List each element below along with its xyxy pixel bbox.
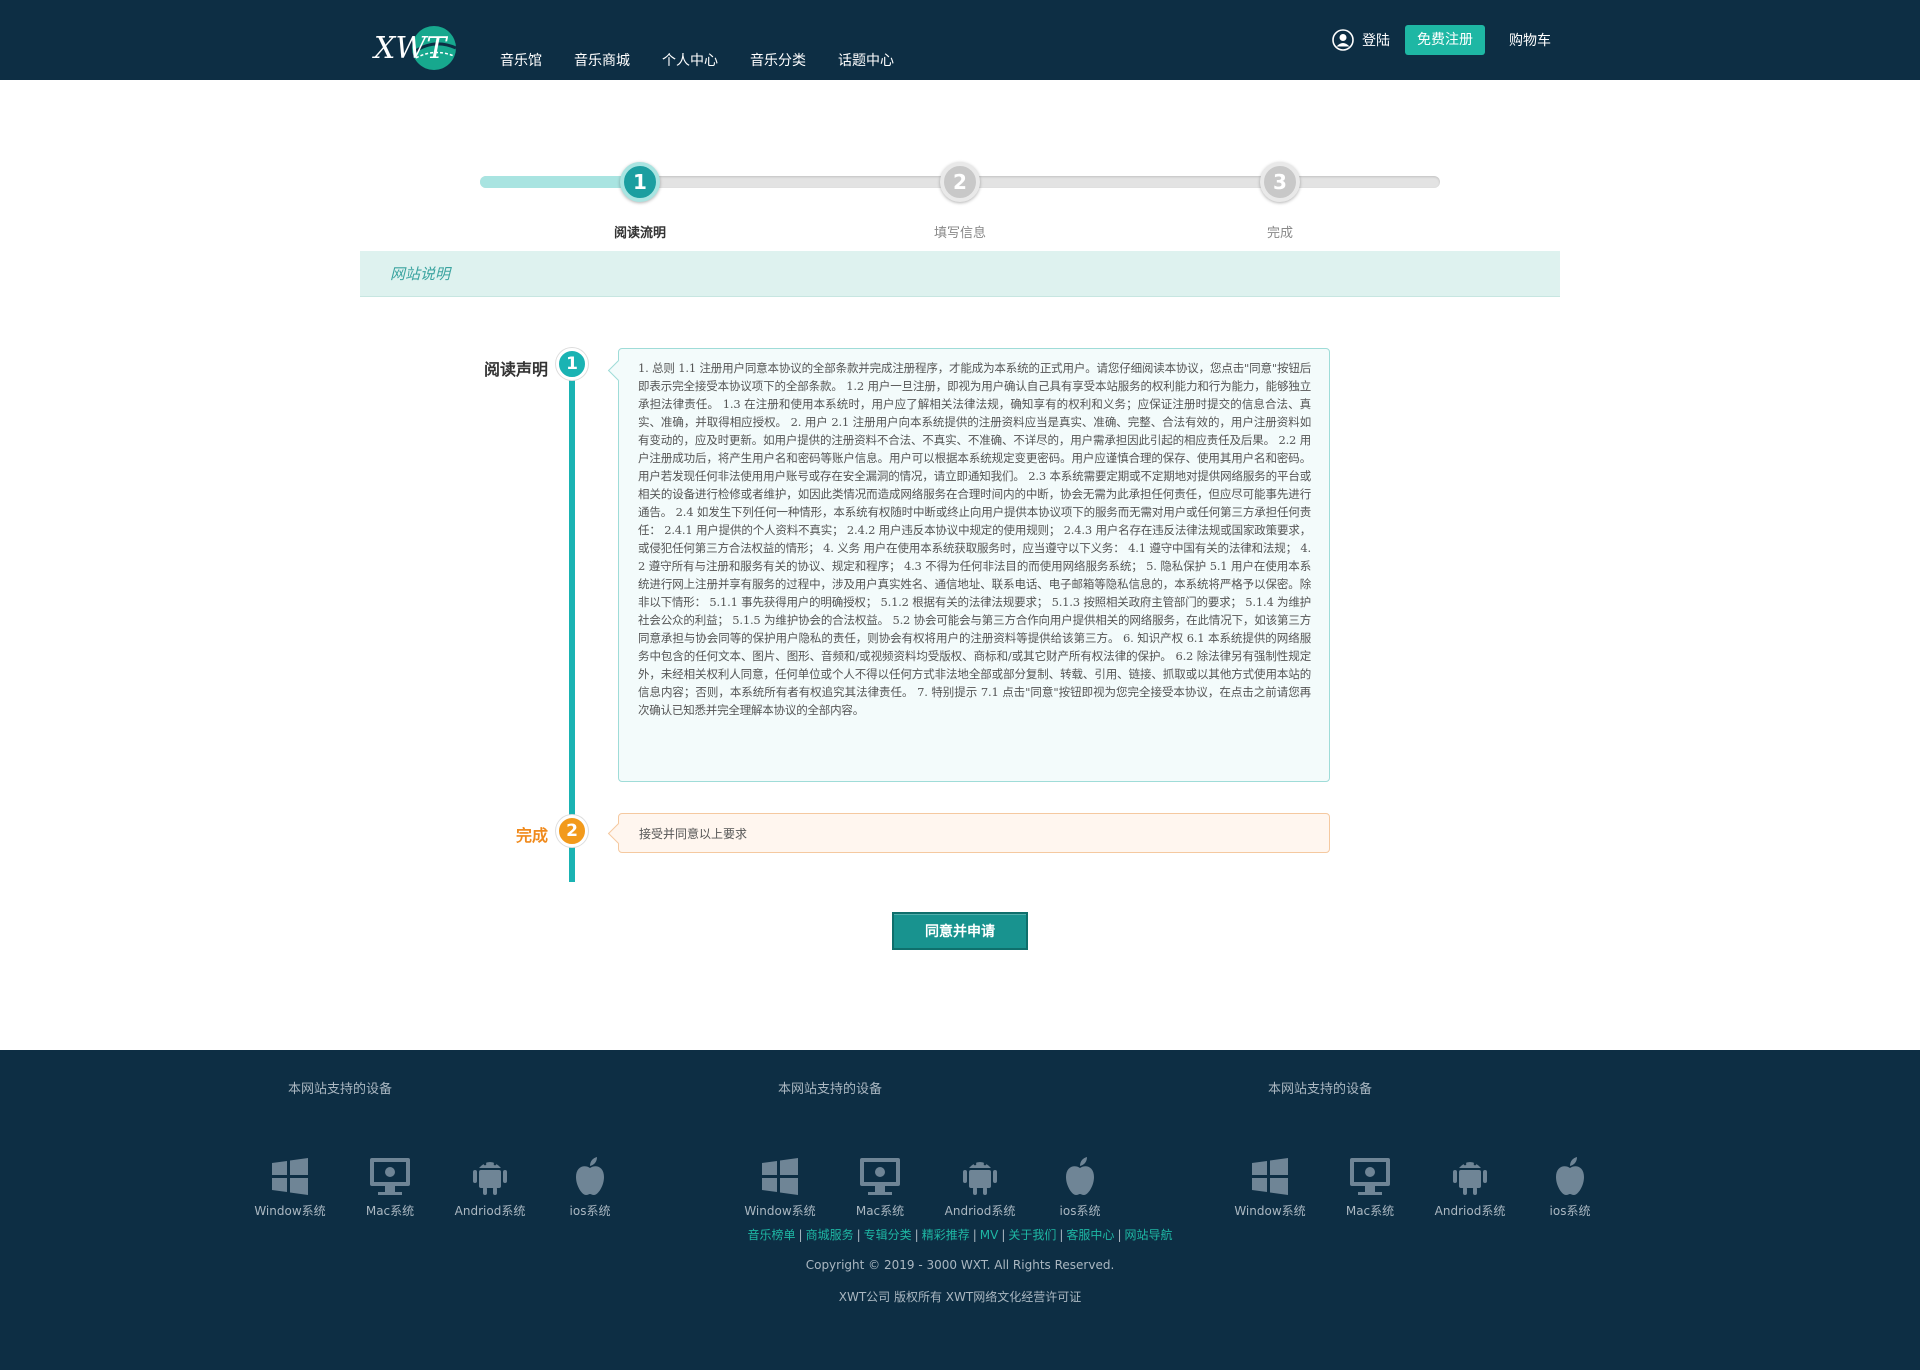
device-label: Andriod系统	[454, 1204, 526, 1218]
android-icon	[473, 1162, 507, 1195]
nav-music-category[interactable]: 音乐分类	[750, 50, 806, 70]
footer-link-mv[interactable]: MV	[980, 1228, 999, 1242]
step-3-label: 完成	[1266, 226, 1293, 241]
device-ios: ios系统	[1030, 1154, 1130, 1219]
apple-icon	[576, 1157, 604, 1195]
apple-icon	[1066, 1157, 1094, 1195]
accept-box: 接受并同意以上要求	[618, 813, 1330, 853]
step-1-circle: 1	[620, 162, 660, 202]
footer-link-store-service[interactable]: 商城服务	[806, 1228, 854, 1242]
svg-text:XWT: XWT	[372, 31, 448, 66]
agreement-box[interactable]: 1. 总则 1.1 注册用户同意本协议的全部条款并完成注册程序，才能成为本系统的…	[618, 348, 1330, 782]
license-text: XWT公司 版权所有 XWT网络文化经营许可证	[838, 1290, 1082, 1304]
device-mac: Mac系统	[340, 1154, 440, 1219]
mac-monitor-icon	[370, 1158, 410, 1195]
windows-icon	[762, 1158, 798, 1195]
footer-link-recommend[interactable]: 精彩推荐	[922, 1228, 970, 1242]
device-label: Andriod系统	[944, 1204, 1016, 1218]
login-link[interactable]: 登陆	[1362, 30, 1390, 50]
device-label: Andriod系统	[1434, 1204, 1506, 1218]
device-label: Window系统	[1234, 1204, 1306, 1218]
device-label: Window系统	[254, 1204, 326, 1218]
section-title: 网站说明	[390, 265, 451, 283]
top-header: XWT 音乐馆 音乐商城 个人中心 音乐分类 话题中心 登陆 免费注册 购物车	[0, 0, 1920, 80]
timeline-line	[569, 365, 575, 882]
complete-title: 完成	[515, 826, 548, 845]
device-windows: Window系统	[730, 1154, 830, 1219]
device-group-title: 本网站支持的设备	[287, 1082, 392, 1097]
nav-music-hall[interactable]: 音乐馆	[500, 50, 542, 70]
device-ios: ios系统	[540, 1154, 640, 1219]
mac-monitor-icon	[1350, 1158, 1390, 1195]
device-label: Mac系统	[365, 1204, 415, 1218]
footer: 本网站支持的设备 Window系统 Mac系统 Andriod系统 ios系统 …	[0, 1050, 1920, 1370]
cart-link[interactable]: 购物车	[1509, 30, 1551, 50]
accept-text: 接受并同意以上要求	[639, 827, 748, 841]
main-nav: 音乐馆 音乐商城 个人中心 音乐分类 话题中心	[500, 50, 926, 70]
copyright-text: Copyright © 2019 - 3000 WXT. All Rights …	[805, 1258, 1115, 1272]
footer-link-sitemap[interactable]: 网站导航	[1124, 1228, 1172, 1242]
device-label: Window系统	[744, 1204, 816, 1218]
nav-personal-center[interactable]: 个人中心	[662, 50, 718, 70]
device-ios: ios系统	[1520, 1154, 1620, 1219]
footer-link-about[interactable]: 关于我们	[1008, 1228, 1056, 1242]
step-2-label: 填写信息	[933, 226, 986, 241]
device-windows: Window系统	[1220, 1154, 1320, 1219]
device-android: Andriod系统	[1420, 1154, 1520, 1219]
device-label: ios系统	[569, 1204, 611, 1218]
step-progress: 1 2 3 阅读流明 填写信息 完成	[480, 160, 1440, 250]
device-android: Andriod系统	[930, 1154, 1030, 1219]
step-2-circle: 2	[940, 162, 980, 202]
read-statement-title: 阅读声明	[483, 360, 548, 379]
agreement-text: 1. 总则 1.1 注册用户同意本协议的全部条款并完成注册程序，才能成为本系统的…	[638, 361, 1311, 717]
android-icon	[963, 1162, 997, 1195]
device-group-title: 本网站支持的设备	[777, 1082, 882, 1097]
timeline-dot-1: 1	[556, 348, 588, 380]
mac-monitor-icon	[860, 1158, 900, 1195]
footer-link-album-category[interactable]: 专辑分类	[864, 1228, 912, 1242]
device-windows: Window系统	[240, 1154, 340, 1219]
section-band: 网站说明	[360, 251, 1560, 297]
footer-link-charts[interactable]: 音乐榜单	[748, 1228, 796, 1242]
timeline-dot-2: 2	[556, 815, 588, 847]
nav-music-store[interactable]: 音乐商城	[574, 50, 630, 70]
device-label: ios系统	[1549, 1204, 1591, 1218]
footer-links: 音乐榜单 | 商城服务 | 专辑分类 | 精彩推荐 | MV | 关于我们 | 客服中心 | 网站导航	[747, 1228, 1173, 1242]
nav-topic-center[interactable]: 话题中心	[838, 50, 894, 70]
register-button[interactable]: 免费注册	[1405, 25, 1485, 55]
device-group-title: 本网站支持的设备	[1267, 1082, 1372, 1097]
user-area: 登陆 免费注册 购物车	[1332, 25, 1551, 55]
footer-link-support[interactable]: 客服中心	[1066, 1228, 1114, 1242]
step-3-circle: 3	[1260, 162, 1300, 202]
device-label: ios系统	[1059, 1204, 1101, 1218]
device-mac: Mac系统	[1320, 1154, 1420, 1219]
site-logo[interactable]: XWT	[370, 18, 462, 72]
progress-fill	[480, 176, 640, 188]
windows-icon	[1252, 1158, 1288, 1195]
step-1-label: 阅读流明	[613, 226, 666, 241]
agree-apply-button[interactable]: 同意并申请	[892, 912, 1028, 950]
device-mac: Mac系统	[830, 1154, 930, 1219]
device-android: Andriod系统	[440, 1154, 540, 1219]
user-icon[interactable]	[1332, 29, 1354, 51]
android-icon	[1453, 1162, 1487, 1195]
apple-icon	[1556, 1157, 1584, 1195]
device-label: Mac系统	[855, 1204, 905, 1218]
windows-icon	[272, 1158, 308, 1195]
device-label: Mac系统	[1345, 1204, 1395, 1218]
